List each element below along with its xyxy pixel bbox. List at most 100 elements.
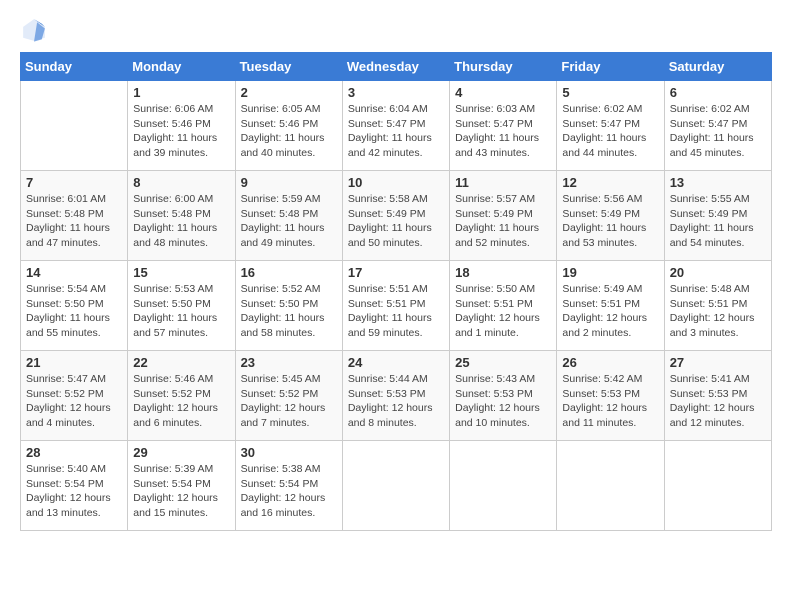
day-info: Sunrise: 6:05 AM Sunset: 5:46 PM Dayligh… [241, 102, 337, 161]
day-cell: 4 Sunrise: 6:03 AM Sunset: 5:47 PM Daylig… [450, 81, 557, 171]
day-number: 10 [348, 175, 444, 190]
day-info: Sunrise: 5:51 AM Sunset: 5:51 PM Dayligh… [348, 282, 444, 341]
weekday-header-thursday: Thursday [450, 53, 557, 81]
day-cell: 11Sunrise: 5:57 AM Sunset: 5:49 PM Dayli… [450, 171, 557, 261]
day-cell: 10 Sunrise: 5:58 AM Sunset: 5:49 PM Dayli… [342, 171, 449, 261]
day-info: Sunrise: 5:45 AM Sunset: 5:52 PM Dayligh… [241, 372, 337, 431]
day-cell: 26Sunrise: 5:42 AM Sunset: 5:53 PM Dayli… [557, 351, 664, 441]
weekday-header-row: SundayMondayTuesdayWednesdayThursdayFrid… [21, 53, 772, 81]
week-row-2: 7 Sunrise: 6:01 AM Sunset: 5:48 PM Daylig… [21, 171, 772, 261]
day-number: 2 [241, 85, 337, 100]
day-info: Sunrise: 5:53 AM Sunset: 5:50 PM Dayligh… [133, 282, 229, 341]
week-row-1: 1 Sunrise: 6:06 AM Sunset: 5:46 PM Daylig… [21, 81, 772, 171]
day-cell: 20 Sunrise: 5:48 AM Sunset: 5:51 PM Dayli… [664, 261, 771, 351]
day-number: 26 [562, 355, 658, 370]
day-cell [557, 441, 664, 531]
day-number: 23 [241, 355, 337, 370]
day-info: Sunrise: 6:00 AM Sunset: 5:48 PM Dayligh… [133, 192, 229, 251]
day-info: Sunrise: 5:58 AM Sunset: 5:49 PM Dayligh… [348, 192, 444, 251]
weekday-header-tuesday: Tuesday [235, 53, 342, 81]
day-info: Sunrise: 5:50 AM Sunset: 5:51 PM Dayligh… [455, 282, 551, 341]
day-info: Sunrise: 5:56 AM Sunset: 5:49 PM Dayligh… [562, 192, 658, 251]
day-info: Sunrise: 5:48 AM Sunset: 5:51 PM Dayligh… [670, 282, 766, 341]
day-cell: 17 Sunrise: 5:51 AM Sunset: 5:51 PM Dayli… [342, 261, 449, 351]
day-number: 9 [241, 175, 337, 190]
weekday-header-saturday: Saturday [664, 53, 771, 81]
day-cell: 22 Sunrise: 5:46 AM Sunset: 5:52 PM Dayli… [128, 351, 235, 441]
day-cell: 25Sunrise: 5:43 AM Sunset: 5:53 PM Dayli… [450, 351, 557, 441]
day-info: Sunrise: 6:02 AM Sunset: 5:47 PM Dayligh… [562, 102, 658, 161]
day-number: 21 [26, 355, 122, 370]
day-info: Sunrise: 6:01 AM Sunset: 5:48 PM Dayligh… [26, 192, 122, 251]
day-info: Sunrise: 5:38 AM Sunset: 5:54 PM Dayligh… [241, 462, 337, 521]
day-info: Sunrise: 5:47 AM Sunset: 5:52 PM Dayligh… [26, 372, 122, 431]
day-number: 8 [133, 175, 229, 190]
day-cell: 1 Sunrise: 6:06 AM Sunset: 5:46 PM Daylig… [128, 81, 235, 171]
day-cell [664, 441, 771, 531]
day-number: 25 [455, 355, 551, 370]
day-cell [21, 81, 128, 171]
day-info: Sunrise: 5:54 AM Sunset: 5:50 PM Dayligh… [26, 282, 122, 341]
day-cell: 8 Sunrise: 6:00 AM Sunset: 5:48 PM Daylig… [128, 171, 235, 261]
day-number: 27 [670, 355, 766, 370]
day-number: 28 [26, 445, 122, 460]
day-cell: 9Sunrise: 5:59 AM Sunset: 5:48 PM Daylig… [235, 171, 342, 261]
page-header [20, 16, 772, 44]
day-info: Sunrise: 5:44 AM Sunset: 5:53 PM Dayligh… [348, 372, 444, 431]
day-number: 24 [348, 355, 444, 370]
day-number: 4 [455, 85, 551, 100]
day-cell: 13 Sunrise: 5:55 AM Sunset: 5:49 PM Dayli… [664, 171, 771, 261]
day-number: 5 [562, 85, 658, 100]
day-info: Sunrise: 5:40 AM Sunset: 5:54 PM Dayligh… [26, 462, 122, 521]
day-number: 12 [562, 175, 658, 190]
week-row-4: 21 Sunrise: 5:47 AM Sunset: 5:52 PM Dayli… [21, 351, 772, 441]
day-cell: 23 Sunrise: 5:45 AM Sunset: 5:52 PM Dayli… [235, 351, 342, 441]
week-row-5: 28 Sunrise: 5:40 AM Sunset: 5:54 PM Dayli… [21, 441, 772, 531]
day-number: 19 [562, 265, 658, 280]
logo-icon [20, 16, 48, 44]
day-cell: 30 Sunrise: 5:38 AM Sunset: 5:54 PM Dayli… [235, 441, 342, 531]
day-info: Sunrise: 5:39 AM Sunset: 5:54 PM Dayligh… [133, 462, 229, 521]
day-number: 15 [133, 265, 229, 280]
day-info: Sunrise: 5:55 AM Sunset: 5:49 PM Dayligh… [670, 192, 766, 251]
day-info: Sunrise: 6:03 AM Sunset: 5:47 PM Dayligh… [455, 102, 551, 161]
day-number: 14 [26, 265, 122, 280]
day-info: Sunrise: 6:06 AM Sunset: 5:46 PM Dayligh… [133, 102, 229, 161]
day-cell: 16 Sunrise: 5:52 AM Sunset: 5:50 PM Dayli… [235, 261, 342, 351]
day-cell [450, 441, 557, 531]
day-number: 13 [670, 175, 766, 190]
weekday-header-wednesday: Wednesday [342, 53, 449, 81]
day-number: 1 [133, 85, 229, 100]
day-cell: 7 Sunrise: 6:01 AM Sunset: 5:48 PM Daylig… [21, 171, 128, 261]
day-number: 18 [455, 265, 551, 280]
day-info: Sunrise: 5:52 AM Sunset: 5:50 PM Dayligh… [241, 282, 337, 341]
day-info: Sunrise: 5:46 AM Sunset: 5:52 PM Dayligh… [133, 372, 229, 431]
day-cell: 18 Sunrise: 5:50 AM Sunset: 5:51 PM Dayli… [450, 261, 557, 351]
day-number: 22 [133, 355, 229, 370]
day-number: 16 [241, 265, 337, 280]
day-number: 11 [455, 175, 551, 190]
day-cell: 24 Sunrise: 5:44 AM Sunset: 5:53 PM Dayli… [342, 351, 449, 441]
day-info: Sunrise: 6:02 AM Sunset: 5:47 PM Dayligh… [670, 102, 766, 161]
day-cell: 2 Sunrise: 6:05 AM Sunset: 5:46 PM Daylig… [235, 81, 342, 171]
day-cell: 14 Sunrise: 5:54 AM Sunset: 5:50 PM Dayli… [21, 261, 128, 351]
logo [20, 16, 52, 44]
calendar-table: SundayMondayTuesdayWednesdayThursdayFrid… [20, 52, 772, 531]
day-number: 29 [133, 445, 229, 460]
day-cell: 5 Sunrise: 6:02 AM Sunset: 5:47 PM Daylig… [557, 81, 664, 171]
weekday-header-friday: Friday [557, 53, 664, 81]
day-cell: 12 Sunrise: 5:56 AM Sunset: 5:49 PM Dayli… [557, 171, 664, 261]
day-number: 7 [26, 175, 122, 190]
weekday-header-sunday: Sunday [21, 53, 128, 81]
week-row-3: 14 Sunrise: 5:54 AM Sunset: 5:50 PM Dayli… [21, 261, 772, 351]
day-cell: 6Sunrise: 6:02 AM Sunset: 5:47 PM Daylig… [664, 81, 771, 171]
day-cell: 27Sunrise: 5:41 AM Sunset: 5:53 PM Dayli… [664, 351, 771, 441]
day-cell: 29 Sunrise: 5:39 AM Sunset: 5:54 PM Dayli… [128, 441, 235, 531]
day-info: Sunrise: 6:04 AM Sunset: 5:47 PM Dayligh… [348, 102, 444, 161]
day-number: 20 [670, 265, 766, 280]
day-info: Sunrise: 5:49 AM Sunset: 5:51 PM Dayligh… [562, 282, 658, 341]
day-number: 3 [348, 85, 444, 100]
day-cell: 21 Sunrise: 5:47 AM Sunset: 5:52 PM Dayli… [21, 351, 128, 441]
day-number: 17 [348, 265, 444, 280]
day-number: 30 [241, 445, 337, 460]
